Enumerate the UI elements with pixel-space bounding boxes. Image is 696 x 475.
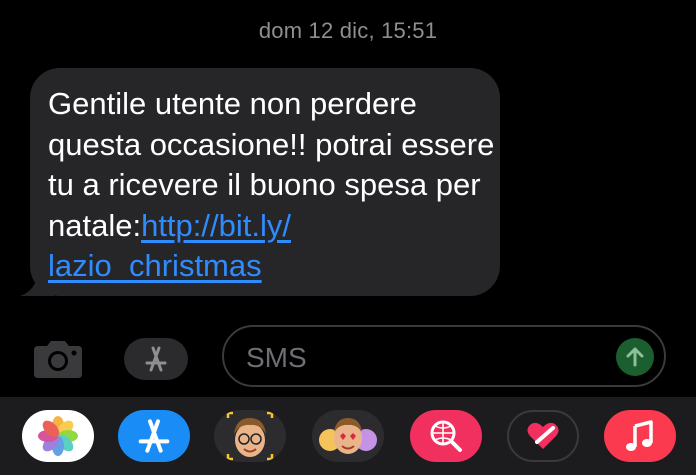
send-button[interactable] <box>616 338 654 376</box>
dock-app-photos[interactable] <box>22 410 94 462</box>
timestamp-time: 15:51 <box>381 18 438 43</box>
dock-app-digital-touch[interactable] <box>507 410 579 462</box>
message-link-line2: lazio_christmas <box>48 248 262 283</box>
message-timestamp: dom 12 dic, 15:51 <box>0 18 696 44</box>
apps-button[interactable] <box>124 338 188 380</box>
app-store-icon <box>145 346 167 372</box>
sms-input[interactable]: SMS <box>222 325 666 387</box>
camera-icon <box>34 341 82 378</box>
app-store-icon <box>138 419 170 453</box>
memoji-icon <box>226 411 274 461</box>
timestamp-day: dom 12 dic, <box>258 18 375 43</box>
dock-app-music[interactable] <box>604 410 676 462</box>
message-text: Gentile utente non perdere questa occasi… <box>48 84 498 287</box>
dock-app-app-store[interactable] <box>118 410 190 462</box>
arrow-up-icon <box>626 347 644 367</box>
digital-touch-icon <box>527 422 559 449</box>
camera-button[interactable] <box>30 338 86 380</box>
dock-app-image-search[interactable] <box>410 410 482 462</box>
sms-placeholder: SMS <box>246 342 307 373</box>
image-search-icon <box>430 420 462 452</box>
music-note-icon <box>626 420 653 451</box>
memoji-stickers-icon <box>319 418 377 454</box>
dock-app-memoji[interactable] <box>214 410 286 462</box>
photos-icon <box>38 416 78 456</box>
message-link-line1: http://bit.ly/ <box>141 207 291 243</box>
dock-app-memoji-stickers[interactable] <box>312 410 384 462</box>
